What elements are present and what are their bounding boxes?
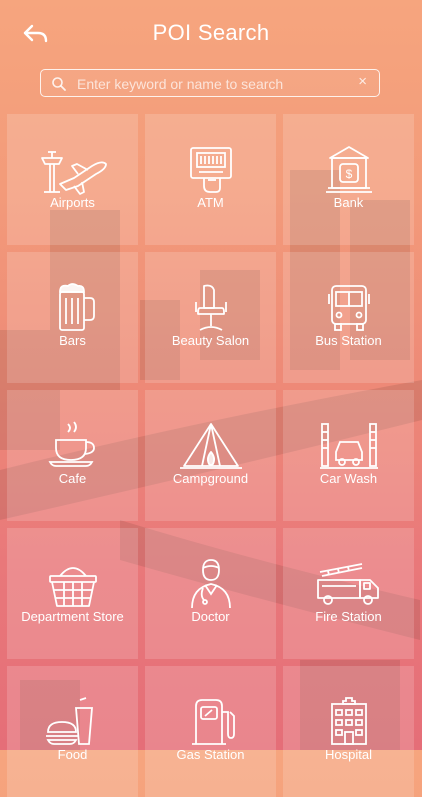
- search-icon: [51, 76, 67, 92]
- category-tile-campground[interactable]: Campground: [145, 390, 276, 521]
- bus-icon: [312, 282, 386, 334]
- fire-truck-icon: [312, 558, 386, 610]
- category-label: ATM: [197, 195, 224, 210]
- category-tile-hospital[interactable]: Hospital: [283, 666, 414, 797]
- category-tile-doctor[interactable]: Doctor: [145, 528, 276, 659]
- category-tile-food[interactable]: Food: [7, 666, 138, 797]
- bank-icon: $: [312, 144, 386, 196]
- airport-icon: [36, 144, 110, 196]
- category-label: Fire Station: [315, 609, 382, 624]
- category-tile-cafe[interactable]: Cafe: [7, 390, 138, 521]
- search-input[interactable]: [75, 72, 349, 96]
- category-tile-fire-station[interactable]: Fire Station: [283, 528, 414, 659]
- category-label: Food: [57, 747, 88, 762]
- category-tile-gas-station[interactable]: Gas Station: [145, 666, 276, 797]
- hospital-icon: [312, 696, 386, 748]
- category-tile-bus-station[interactable]: Bus Station: [283, 252, 414, 383]
- doctor-icon: [174, 558, 248, 610]
- category-tile-airports[interactable]: Airports: [7, 114, 138, 245]
- search-bar: ×: [40, 69, 380, 97]
- category-tile-atm[interactable]: ATM: [145, 114, 276, 245]
- category-tile-beauty-salon[interactable]: Beauty Salon: [145, 252, 276, 383]
- page-title: POI Search: [152, 20, 270, 45]
- category-label: Bars: [59, 333, 86, 348]
- category-grid: Airports ATM $ Bank Bars Beauty Salon Bu…: [7, 114, 415, 797]
- category-label: Hospital: [325, 747, 372, 762]
- category-label: Car Wash: [319, 471, 378, 486]
- category-label: Bank: [333, 195, 364, 210]
- beer-mug-icon: [36, 282, 110, 334]
- category-label: Airports: [50, 195, 95, 210]
- category-tile-bars[interactable]: Bars: [7, 252, 138, 383]
- tent-icon: [174, 420, 248, 472]
- car-wash-icon: [312, 420, 386, 472]
- fuel-pump-icon: [174, 696, 248, 748]
- category-tile-department-store[interactable]: Department Store: [7, 528, 138, 659]
- salon-chair-icon: [174, 282, 248, 334]
- coffee-cup-icon: [36, 420, 110, 472]
- header-bar: POI Search: [0, 0, 422, 66]
- category-label: Department Store: [21, 609, 124, 624]
- category-label: Bus Station: [315, 333, 382, 348]
- category-label: Campground: [172, 471, 249, 486]
- fast-food-icon: [36, 696, 110, 748]
- category-label: Doctor: [191, 609, 230, 624]
- svg-text:$: $: [345, 167, 352, 181]
- category-tile-car-wash[interactable]: Car Wash: [283, 390, 414, 521]
- clear-search-button[interactable]: ×: [358, 73, 367, 90]
- shopping-basket-icon: [36, 558, 110, 610]
- category-label: Gas Station: [176, 747, 245, 762]
- category-tile-bank[interactable]: $ Bank: [283, 114, 414, 245]
- atm-icon: [174, 144, 248, 196]
- category-label: Beauty Salon: [171, 333, 250, 348]
- category-label: Cafe: [58, 471, 87, 486]
